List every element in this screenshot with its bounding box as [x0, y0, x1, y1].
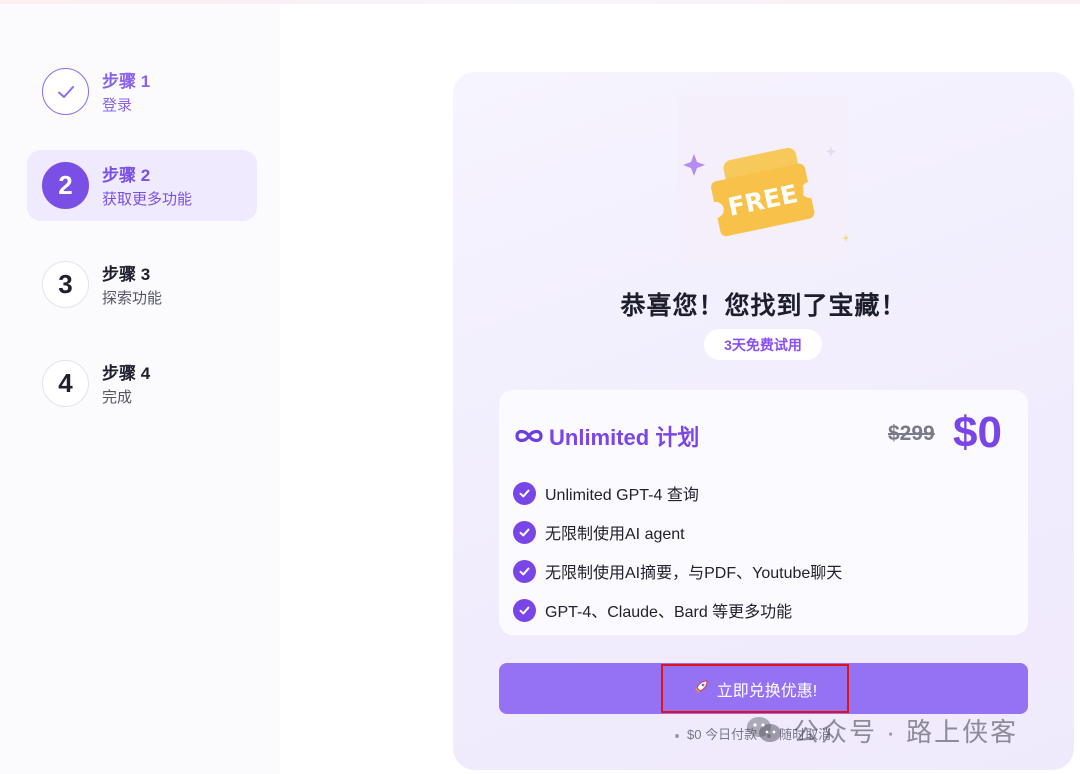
- step-3-number: 3: [42, 261, 89, 308]
- step-1-subtitle: 登录: [102, 97, 133, 114]
- check-icon: [42, 68, 89, 115]
- feature-label: 无限制使用AI摘要，与PDF、Youtube聊天: [545, 565, 843, 582]
- original-price: $299: [888, 422, 935, 445]
- check-circle-icon: [513, 520, 536, 544]
- redeem-offer-button[interactable]: 立即兑换优惠!: [499, 663, 1028, 714]
- redeem-offer-label: 立即兑换优惠!: [716, 682, 818, 700]
- wechat-icon: [747, 717, 781, 742]
- watermark-text: 公众号 · 路上侠客: [793, 716, 1019, 747]
- step-2-title: 步骤 2: [102, 166, 151, 185]
- step-1[interactable]: 步骤 1 登录: [27, 56, 257, 127]
- step-3-title: 步骤 3: [102, 265, 151, 284]
- step-4-number: 4: [42, 360, 89, 407]
- step-4-title: 步骤 4: [102, 364, 151, 383]
- rocket-icon: [693, 679, 709, 699]
- step-1-title: 步骤 1: [102, 72, 151, 91]
- step-3-subtitle: 探索功能: [102, 290, 163, 307]
- plan-name-label: Unlimited 计划: [549, 425, 700, 450]
- offer-card: FREE 恭喜您！您找到了宝藏！ 3天免费试用 Unlimited 计划 $29…: [453, 72, 1074, 770]
- step-2[interactable]: 2 步骤 2 获取更多功能: [27, 150, 257, 221]
- infinity-icon: [515, 429, 543, 443]
- feature-label: GPT-4、Claude、Bard 等更多功能: [545, 604, 793, 621]
- feature-label: 无限制使用AI agent: [545, 526, 685, 543]
- plan-box: Unlimited 计划 $299 $0 Unlimited GPT-4 查询 …: [499, 390, 1028, 635]
- plan-name: Unlimited 计划: [513, 420, 699, 452]
- wechat-watermark: 公众号 · 路上侠客: [745, 712, 1018, 748]
- step-2-subtitle: 获取更多功能: [102, 191, 193, 208]
- step-3[interactable]: 3 步骤 3 探索功能: [27, 249, 257, 320]
- feature-item: GPT-4、Claude、Bard 等更多功能: [513, 598, 792, 622]
- congrats-headline: 恭喜您！您找到了宝藏！: [620, 292, 907, 320]
- redeem-offer-highlight[interactable]: 立即兑换优惠!: [661, 664, 849, 713]
- check-circle-icon: [513, 559, 536, 583]
- feature-item: 无限制使用AI agent: [513, 520, 685, 544]
- feature-label: Unlimited GPT-4 查询: [545, 487, 699, 504]
- step-4[interactable]: 4 步骤 4 完成: [27, 348, 257, 419]
- free-ticket-illustration: FREE: [678, 96, 850, 264]
- step-2-number: 2: [42, 162, 89, 209]
- discount-price: $0: [953, 408, 1002, 457]
- check-circle-icon: [513, 598, 536, 622]
- feature-item: 无限制使用AI摘要，与PDF、Youtube聊天: [513, 559, 842, 583]
- steps-sidebar: 步骤 1 登录 2 步骤 2 获取更多功能 3 步骤 3 探索功能 4 步骤 4…: [0, 4, 280, 774]
- step-4-subtitle: 完成: [102, 389, 133, 406]
- check-circle-icon: [513, 481, 536, 505]
- trial-badge: 3天免费试用: [704, 329, 822, 360]
- feature-item: Unlimited GPT-4 查询: [513, 481, 699, 505]
